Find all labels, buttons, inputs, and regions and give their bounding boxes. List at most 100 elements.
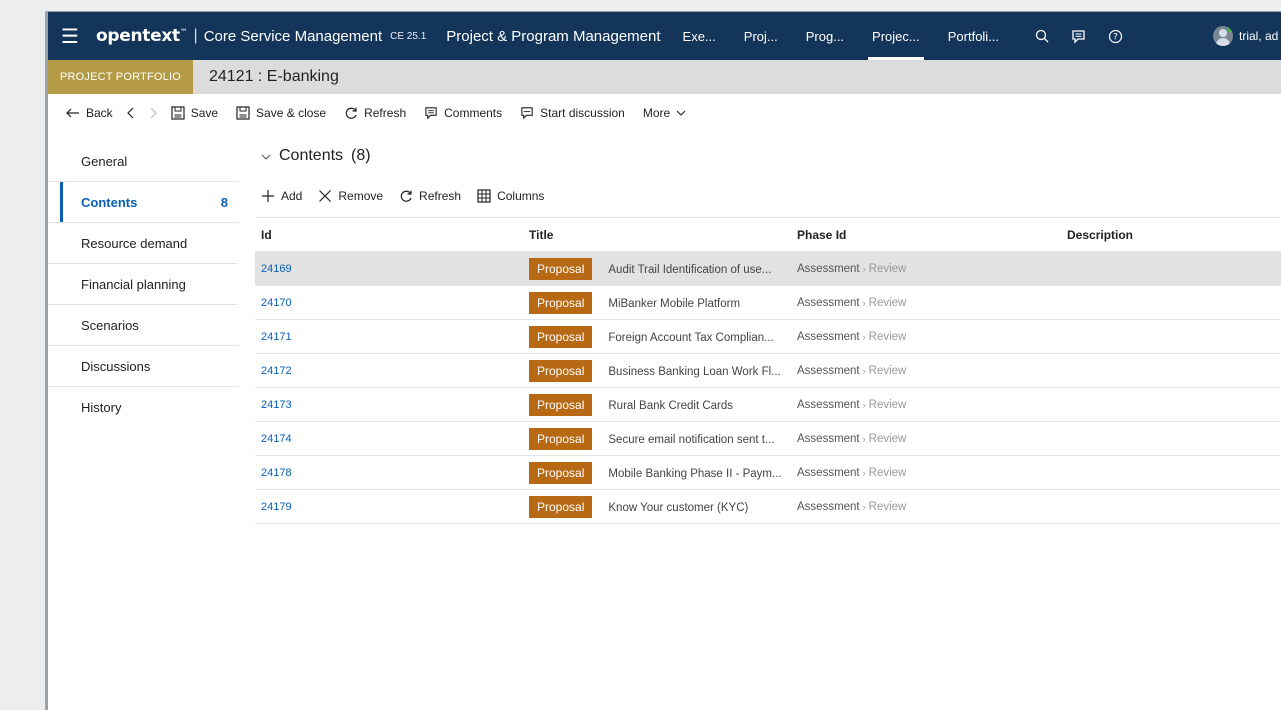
column-header-id[interactable]: Id bbox=[255, 217, 523, 252]
start-discussion-button[interactable]: Start discussion bbox=[520, 106, 625, 120]
avatar bbox=[1213, 26, 1233, 46]
table-row[interactable]: 24171 Proposal Foreign Account Tax Compli… bbox=[255, 319, 1281, 354]
column-header-description[interactable]: Description bbox=[1061, 217, 1281, 252]
sidebar-item-label: Contents bbox=[81, 194, 138, 210]
row-phase: Assessment › Review bbox=[797, 262, 907, 275]
row-id-link[interactable]: 24179 bbox=[261, 501, 292, 513]
add-label: Add bbox=[281, 189, 303, 203]
more-button[interactable]: More bbox=[643, 106, 686, 120]
discussion-icon bbox=[521, 107, 533, 120]
column-header-title[interactable]: Title bbox=[523, 217, 791, 252]
plus-icon bbox=[262, 190, 274, 202]
sidebar-item-discussions[interactable]: Discussions bbox=[48, 346, 238, 387]
row-phase: Assessment › Review bbox=[797, 466, 907, 479]
chevron-right-icon: › bbox=[862, 365, 866, 376]
table-row[interactable]: 24174 Proposal Secure email notification … bbox=[255, 421, 1281, 456]
product-version: CE 25.1 bbox=[390, 30, 427, 42]
refresh-label: Refresh bbox=[364, 106, 407, 120]
main-content: Contents (8) Add Remove Refresh Columns bbox=[255, 141, 1281, 524]
add-button[interactable]: Add bbox=[261, 189, 302, 203]
chevron-down-icon bbox=[261, 149, 271, 163]
back-label: Back bbox=[86, 106, 113, 120]
sidebar-item-label: Resource demand bbox=[81, 235, 188, 251]
row-id-link[interactable]: 24171 bbox=[261, 331, 292, 343]
row-id-link[interactable]: 24178 bbox=[261, 467, 292, 479]
top-nav-item[interactable]: Portfoli... bbox=[934, 12, 1013, 60]
table-row[interactable]: 24172 Proposal Business Banking Loan Work… bbox=[255, 353, 1281, 388]
title-bar: PROJECT PORTFOLIO 24121 : E-banking bbox=[48, 60, 1281, 94]
arrow-left-icon bbox=[66, 108, 79, 118]
sidebar-item-general[interactable]: General bbox=[48, 141, 238, 182]
contents-section-header[interactable]: Contents (8) bbox=[255, 141, 1281, 171]
status-badge: Proposal bbox=[529, 427, 593, 450]
status-badge: Proposal bbox=[529, 495, 593, 518]
sidebar-item-count: 8 bbox=[220, 194, 228, 210]
remove-button[interactable]: Remove bbox=[318, 189, 383, 203]
next-record-button[interactable] bbox=[149, 107, 157, 119]
row-title: Rural Bank Credit Cards bbox=[608, 399, 734, 412]
comments-button[interactable]: Comments bbox=[424, 106, 502, 120]
row-id-link[interactable]: 24173 bbox=[261, 399, 292, 411]
save-icon bbox=[171, 106, 185, 120]
close-icon bbox=[319, 190, 332, 202]
row-phase: Assessment › Review bbox=[797, 432, 907, 445]
section-title: Contents bbox=[279, 147, 344, 164]
app-window: ☰ opentext™ | Core Service Management CE… bbox=[45, 11, 1281, 710]
chevron-right-icon: › bbox=[862, 467, 866, 478]
top-nav-item[interactable]: Prog... bbox=[792, 12, 858, 60]
help-icon[interactable]: ? bbox=[1108, 29, 1123, 44]
user-menu[interactable]: trial, ad bbox=[1213, 26, 1278, 46]
section-sidebar: General Contents 8 Resource demand Finan… bbox=[48, 141, 238, 428]
record-toolbar: Back Save Save & close Refresh Comments … bbox=[48, 94, 1281, 132]
search-icon[interactable] bbox=[1035, 29, 1049, 43]
save-label: Save bbox=[190, 106, 219, 120]
top-nav-item[interactable]: Exe... bbox=[669, 12, 730, 60]
row-description bbox=[1061, 387, 1281, 422]
chevron-left-icon bbox=[126, 107, 134, 119]
row-id-link[interactable]: 24172 bbox=[261, 365, 292, 377]
table-row[interactable]: 24173 Proposal Rural Bank Credit Cards As… bbox=[255, 387, 1281, 422]
save-close-button[interactable]: Save & close bbox=[236, 106, 326, 120]
table-refresh-label: Refresh bbox=[419, 189, 462, 203]
table-toolbar: Add Remove Refresh Columns bbox=[255, 175, 1281, 217]
comment-icon bbox=[425, 107, 437, 120]
columns-icon bbox=[477, 189, 491, 203]
sidebar-item-contents[interactable]: Contents 8 bbox=[48, 182, 238, 223]
module-name[interactable]: Project & Program Management bbox=[446, 28, 660, 45]
columns-label: Columns bbox=[497, 189, 545, 203]
sidebar-item-resource-demand[interactable]: Resource demand bbox=[48, 223, 238, 264]
back-button[interactable]: Back bbox=[66, 106, 113, 120]
chevron-right-icon: › bbox=[862, 331, 866, 342]
save-close-icon bbox=[236, 106, 250, 120]
table-row[interactable]: 24178 Proposal Mobile Banking Phase II - … bbox=[255, 455, 1281, 490]
table-row[interactable]: 24169 Proposal Audit Trail Identification… bbox=[255, 251, 1281, 286]
sidebar-item-label: Discussions bbox=[81, 358, 151, 374]
row-phase: Assessment › Review bbox=[797, 330, 907, 343]
previous-record-button[interactable] bbox=[126, 107, 135, 119]
table-refresh-button[interactable]: Refresh bbox=[399, 189, 461, 203]
sidebar-item-scenarios[interactable]: Scenarios bbox=[48, 305, 238, 346]
row-id-link[interactable]: 24174 bbox=[261, 433, 292, 445]
column-header-phase[interactable]: Phase Id bbox=[791, 217, 1061, 252]
status-badge: Proposal bbox=[529, 393, 593, 416]
chat-icon[interactable] bbox=[1071, 29, 1086, 44]
sidebar-item-financial-planning[interactable]: Financial planning bbox=[48, 264, 238, 305]
sidebar-item-label: Scenarios bbox=[81, 317, 139, 333]
top-nav-item[interactable]: Proj... bbox=[730, 12, 792, 60]
row-id-link[interactable]: 24170 bbox=[261, 297, 292, 309]
hamburger-menu-icon[interactable]: ☰ bbox=[52, 24, 88, 49]
entity-type-badge: PROJECT PORTFOLIO bbox=[48, 60, 193, 94]
top-nav-item-active[interactable]: Projec... bbox=[858, 12, 934, 60]
save-button[interactable]: Save bbox=[171, 106, 218, 120]
top-icons: ? bbox=[1035, 29, 1123, 44]
sidebar-item-history[interactable]: History bbox=[48, 387, 238, 428]
row-description bbox=[1061, 455, 1281, 490]
table-row[interactable]: 24179 Proposal Know Your customer (KYC) A… bbox=[255, 489, 1281, 524]
start-discussion-label: Start discussion bbox=[540, 106, 625, 120]
table-row[interactable]: 24170 Proposal MiBanker Mobile Platform A… bbox=[255, 285, 1281, 320]
row-id-link[interactable]: 24169 bbox=[261, 263, 292, 275]
status-badge: Proposal bbox=[529, 359, 593, 382]
refresh-icon bbox=[400, 190, 412, 202]
refresh-button[interactable]: Refresh bbox=[344, 106, 406, 120]
columns-button[interactable]: Columns bbox=[477, 189, 544, 203]
